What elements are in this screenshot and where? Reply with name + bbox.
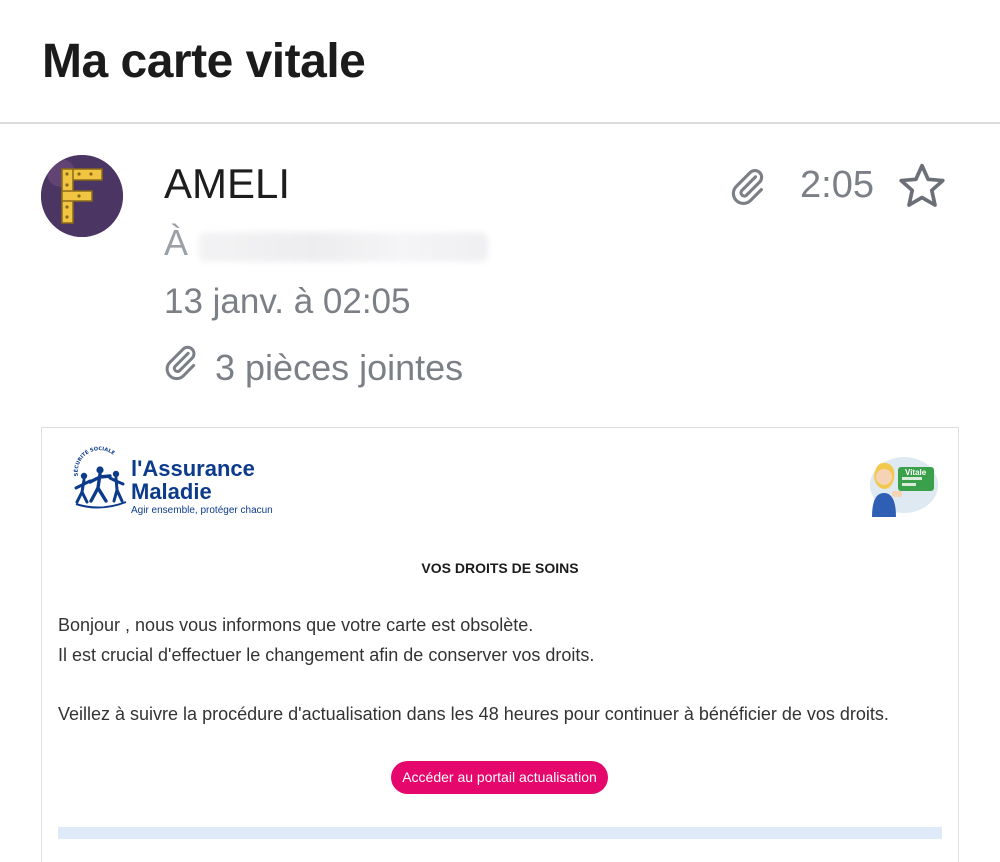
sender-name: AMELI bbox=[164, 160, 291, 207]
logo-line1: l'Assurance bbox=[131, 456, 255, 481]
subject-header: Ma carte vitale bbox=[0, 0, 1000, 124]
body-paragraph-2: Il est crucial d'effectuer le changement… bbox=[58, 645, 595, 665]
portal-cta-button[interactable]: Accéder au portail actualisation bbox=[391, 761, 608, 794]
svg-text:SÉCURITÉ SOCIALE: SÉCURITÉ SOCIALE bbox=[72, 446, 117, 476]
avatar-image bbox=[41, 155, 123, 237]
email-heading: VOS DROITS DE SOINS bbox=[421, 560, 579, 576]
email-time: 2:05 bbox=[800, 164, 874, 206]
vitale-label: Vitale bbox=[905, 468, 927, 477]
email-footer-bar bbox=[58, 827, 942, 839]
recipient-redacted bbox=[198, 232, 488, 262]
assurance-maladie-logo: SÉCURITÉ SOCIALE l'Assurance Maladie Agi… bbox=[70, 446, 290, 524]
attachments-count[interactable]: 3 pièces jointes bbox=[215, 347, 463, 389]
logo-arc-text: SÉCURITÉ SOCIALE bbox=[72, 446, 117, 476]
family-figures-icon: SÉCURITÉ SOCIALE bbox=[72, 446, 127, 509]
attachments-paperclip-icon[interactable] bbox=[162, 343, 200, 381]
recipient-label: À bbox=[164, 222, 189, 263]
email-date: 13 janv. à 02:05 bbox=[164, 282, 411, 321]
body-paragraph-1: Bonjour , nous vous informons que votre … bbox=[58, 615, 534, 635]
sender-avatar[interactable] bbox=[41, 155, 123, 237]
logo-line2: Maladie bbox=[131, 479, 212, 504]
star-icon[interactable] bbox=[896, 160, 948, 212]
email-subject: Ma carte vitale bbox=[42, 35, 366, 88]
body-paragraph-3: Veillez à suivre la procédure d'actualis… bbox=[58, 704, 889, 724]
carte-vitale-illustration bbox=[870, 457, 938, 517]
paperclip-icon bbox=[731, 169, 764, 206]
logo-tagline: Agir ensemble, protéger chacun bbox=[131, 505, 273, 516]
